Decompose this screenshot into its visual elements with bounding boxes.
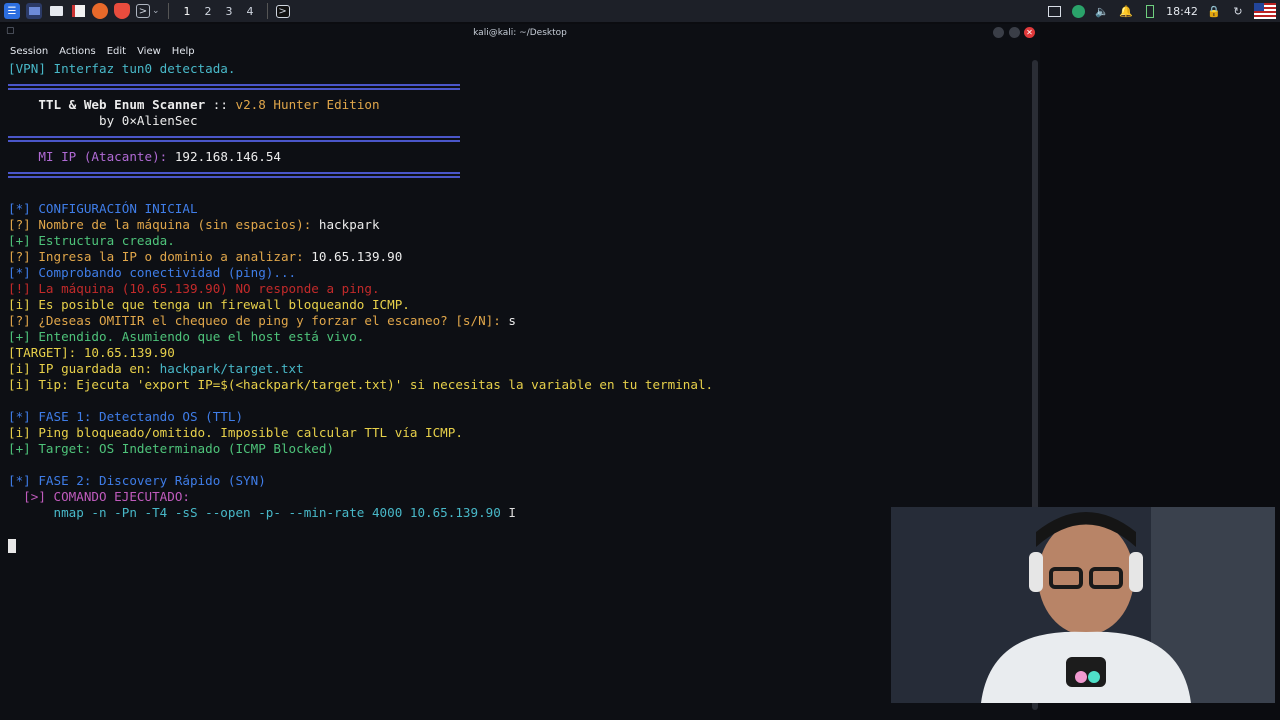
output-line: [*] FASE 1: Detectando OS (TTL): [8, 409, 244, 424]
terminal-cursor: [8, 538, 16, 553]
panel-divider: [167, 3, 169, 19]
workspace-4[interactable]: 4: [240, 5, 261, 18]
output-line: [i] Es posible que tenga un firewall blo…: [8, 297, 410, 312]
lock-icon[interactable]: 🔒: [1202, 5, 1226, 18]
minimize-button[interactable]: [993, 27, 1004, 38]
command-line: nmap -n -Pn -T4 -sS --open -p- --min-rat…: [53, 505, 517, 520]
output-line: [!] La máquina (10.65.139.90) NO respond…: [8, 281, 380, 296]
chevron-down-icon[interactable]: ⌄: [152, 6, 160, 16]
output-line: [*] Comprobando conectividad (ping)...: [8, 265, 297, 280]
top-panel: ☰ > ⌄ 1 2 3 4 > 🔈 🔔 18:42 🔒 ↻: [0, 0, 1280, 22]
banner-author: by 0×AlienSec: [99, 113, 198, 128]
text-editor-icon[interactable]: [70, 3, 86, 19]
window-icon[interactable]: [1042, 5, 1066, 17]
output-line: [+] Entendido. Asumiendo que el host est…: [8, 329, 365, 344]
banner-author-line: by 0×AlienSec: [8, 113, 1026, 129]
keyboard-layout-flag-icon[interactable]: [1254, 3, 1276, 19]
output-line: [+] Target: OS Indeterminado (ICMP Block…: [8, 441, 335, 456]
output-line: [*] CONFIGURACIÓN INICIAL: [8, 201, 198, 216]
vpn-line: [VPN] Interfaz tun0 detectada.: [8, 61, 236, 76]
battery-icon[interactable]: [1138, 4, 1162, 18]
ip-value: 192.168.146.54: [174, 149, 281, 164]
firefox-icon[interactable]: [92, 3, 108, 19]
file-manager-icon[interactable]: [48, 3, 64, 19]
menu-actions[interactable]: Actions: [59, 46, 96, 57]
terminal-titlebar: ▢ kali@kali: ~/Desktop ✕: [0, 24, 1040, 42]
panel-divider: [266, 3, 268, 19]
terminal-output[interactable]: [VPN] Interfaz tun0 detectada. TTL & Web…: [8, 61, 1026, 720]
output-line: [>] COMANDO EJECUTADO:: [23, 489, 190, 504]
maximize-button[interactable]: [1009, 27, 1020, 38]
vpn-status-icon[interactable]: [1066, 4, 1090, 18]
banner-separator: [8, 172, 460, 178]
clock[interactable]: 18:42: [1162, 5, 1202, 18]
system-tray: 🔈 🔔 18:42 🔒 ↻: [1042, 0, 1280, 22]
close-button[interactable]: ✕: [1024, 27, 1035, 38]
menu-edit[interactable]: Edit: [107, 46, 126, 57]
prompt-line[interactable]: [8, 537, 1026, 553]
kali-menu-icon[interactable]: ☰: [4, 3, 20, 19]
workspace-1[interactable]: 1: [177, 5, 198, 18]
menu-session[interactable]: Session: [10, 46, 48, 57]
volume-icon[interactable]: 🔈: [1090, 5, 1114, 18]
ip-label: MI IP (Atacante):: [38, 149, 168, 164]
refresh-icon[interactable]: ↻: [1226, 5, 1250, 18]
brave-icon[interactable]: [114, 3, 130, 19]
attacker-ip-line: MI IP (Atacante): 192.168.146.54: [8, 149, 1026, 165]
terminal-window: ▢ kali@kali: ~/Desktop ✕ Session Actions…: [0, 24, 1040, 720]
terminal-menubar: Session Actions Edit View Help: [0, 42, 1040, 60]
workspace-3[interactable]: 3: [219, 5, 240, 18]
output-line: [?] Ingresa la IP o dominio a analizar: …: [8, 249, 403, 264]
workspace-2[interactable]: 2: [198, 5, 219, 18]
output-line: [?] ¿Deseas OMITIR el chequeo de ping y …: [8, 313, 517, 328]
webcam-person-image: [891, 507, 1275, 703]
banner-title: TTL & Web Enum Scanner: [38, 97, 206, 112]
webcam-overlay: [891, 507, 1275, 703]
terminal-task-icon[interactable]: >: [275, 4, 290, 18]
output-line: [?] Nombre de la máquina (sin espacios):…: [8, 217, 380, 232]
menu-view[interactable]: View: [137, 46, 161, 57]
desktop-icon[interactable]: [26, 3, 42, 19]
banner-sep: ::: [205, 97, 236, 112]
output-line: [i] IP guardada en: hackpark/target.txt: [8, 361, 304, 376]
notifications-icon[interactable]: 🔔: [1114, 5, 1138, 18]
output-line: [*] FASE 2: Discovery Rápido (SYN): [8, 473, 266, 488]
banner-separator: [8, 84, 460, 90]
banner-title-line: TTL & Web Enum Scanner :: v2.8 Hunter Ed…: [8, 97, 1026, 113]
output-line: [i] Tip: Ejecuta 'export IP=$(<hackpark/…: [8, 377, 714, 392]
menu-help[interactable]: Help: [172, 46, 195, 57]
banner-separator: [8, 136, 460, 142]
workspace-switcher: 1 2 3 4: [177, 5, 261, 18]
banner-version: v2.8 Hunter Edition: [235, 97, 380, 112]
output-line: [i] Ping bloqueado/omitido. Imposible ca…: [8, 425, 463, 440]
text-cursor-icon: I: [500, 505, 517, 520]
output-line: [+] Estructura creada.: [8, 233, 175, 248]
output-line: [TARGET]: 10.65.139.90: [8, 345, 175, 360]
terminal-launcher-icon[interactable]: >: [136, 4, 150, 18]
window-title: kali@kali: ~/Desktop: [473, 28, 567, 38]
